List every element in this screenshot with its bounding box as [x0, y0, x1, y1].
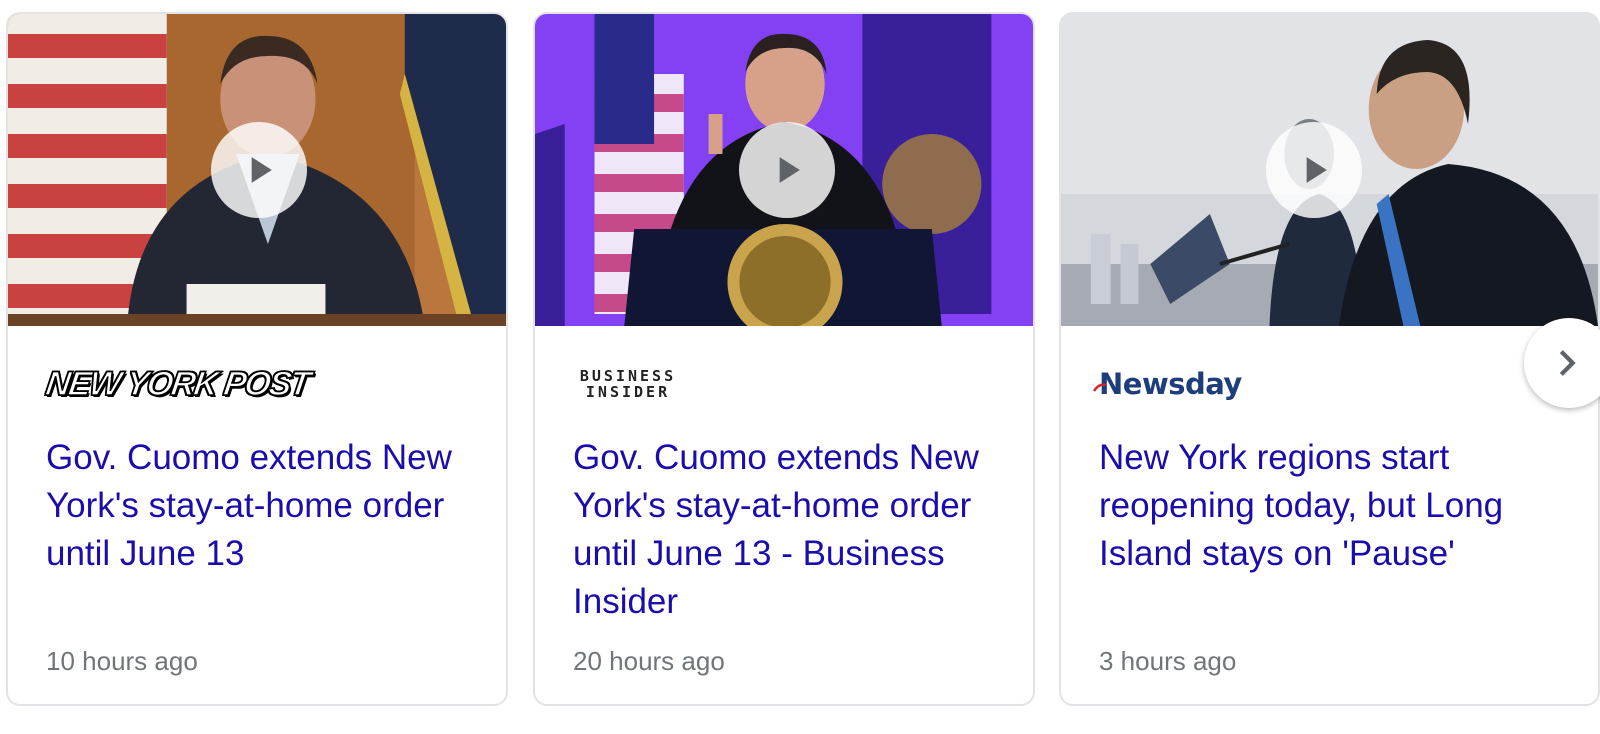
- play-icon: [779, 157, 800, 183]
- play-icon: [251, 157, 272, 183]
- play-button[interactable]: [1266, 122, 1362, 218]
- play-button[interactable]: [739, 122, 835, 218]
- news-card[interactable]: BUSINESS INSIDER Gov. Cuomo extends New …: [533, 12, 1035, 706]
- timestamp: 3 hours ago: [1099, 646, 1237, 676]
- source-logo: Newsday: [1093, 362, 1242, 406]
- video-thumbnail[interactable]: [1061, 14, 1598, 326]
- play-button[interactable]: [211, 122, 307, 218]
- source-name: NEW YORK POST: [43, 364, 312, 404]
- newsday-swoosh-icon: [1093, 383, 1107, 392]
- source-logo: BUSINESS INSIDER: [573, 362, 683, 406]
- video-thumbnail[interactable]: [8, 14, 506, 326]
- source-name: BUSINESS INSIDER: [579, 367, 677, 401]
- headline-link[interactable]: Gov. Cuomo extends New York's stay-at-ho…: [573, 434, 1013, 626]
- video-thumbnail[interactable]: [535, 14, 1033, 326]
- timestamp: 10 hours ago: [46, 646, 198, 676]
- chevron-right-icon: [1559, 350, 1576, 376]
- news-card[interactable]: NEW YORK POST Gov. Cuomo extends New Yor…: [6, 12, 508, 706]
- top-stories-carousel: NEW YORK POST Gov. Cuomo extends New Yor…: [0, 0, 1600, 734]
- headline-link[interactable]: Gov. Cuomo extends New York's stay-at-ho…: [46, 434, 486, 578]
- headline-link[interactable]: New York regions start reopening today, …: [1099, 434, 1539, 578]
- news-card[interactable]: Newsday New York regions start reopening…: [1059, 12, 1600, 706]
- source-name: Newsday: [1099, 367, 1242, 401]
- play-icon: [1306, 157, 1327, 183]
- source-logo: NEW YORK POST: [43, 362, 312, 406]
- timestamp: 20 hours ago: [573, 646, 725, 676]
